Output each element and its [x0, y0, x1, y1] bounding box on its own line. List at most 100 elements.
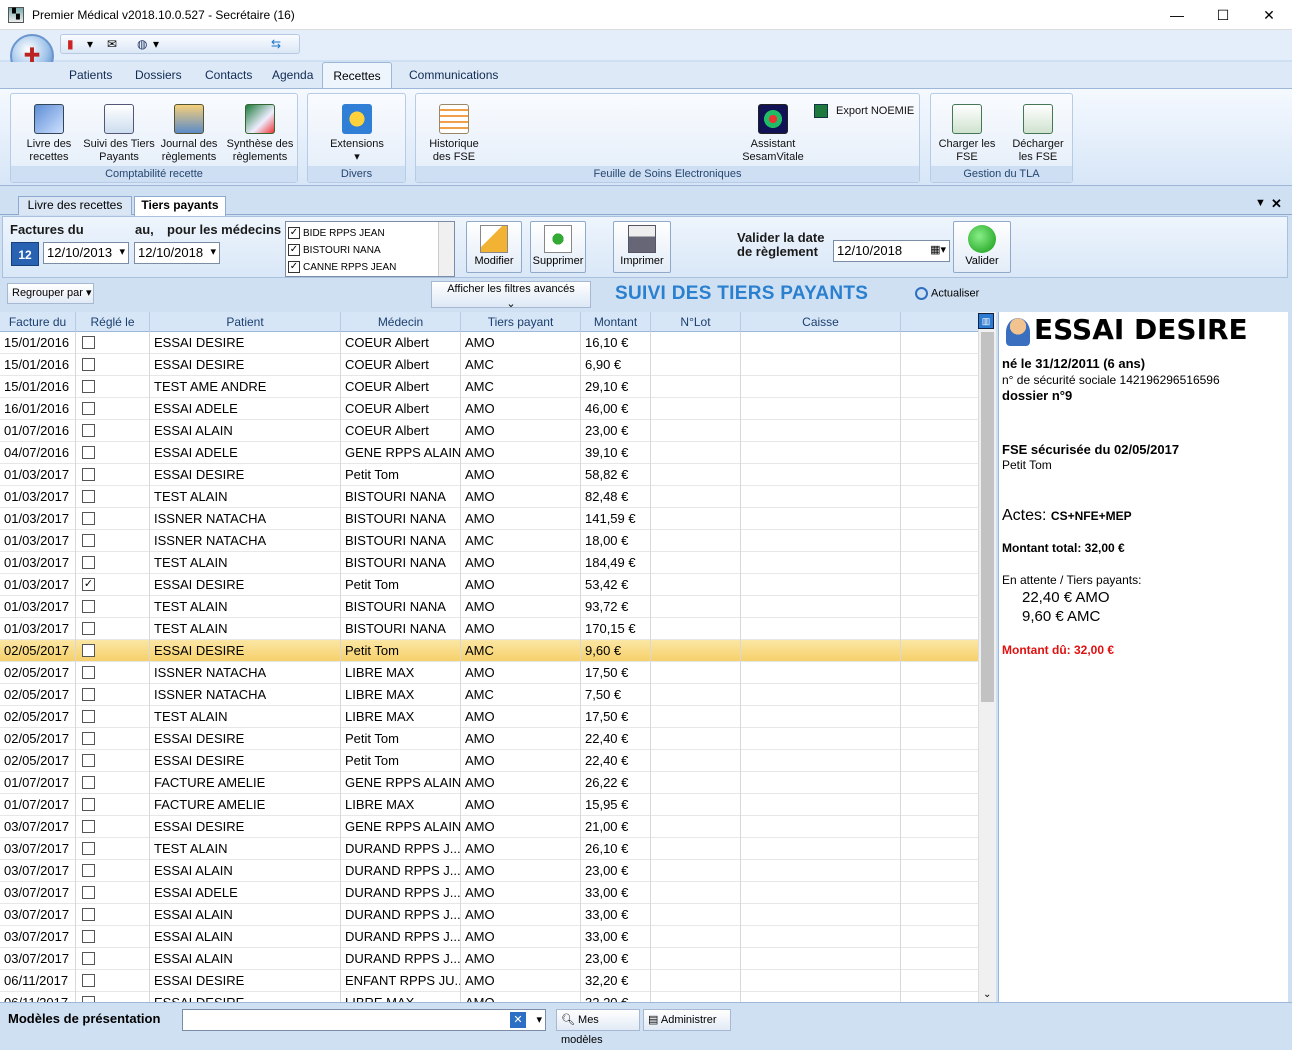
- medecin-item[interactable]: ✓ BIDE RPPS JEAN: [288, 226, 385, 242]
- table-row[interactable]: 02/05/2017 ESSAI DESIRE Petit Tom AMO 22,40 …: [0, 750, 978, 772]
- table-row[interactable]: 03/07/2017 ESSAI ADELE DURAND RPPS J... AMO…: [0, 882, 978, 904]
- pdf-icon[interactable]: ▮: [67, 37, 74, 51]
- checkbox-checked-icon[interactable]: ✓: [288, 261, 300, 274]
- col-regle-le[interactable]: Réglé le: [76, 312, 150, 332]
- col-tiers-payant[interactable]: Tiers payant: [461, 312, 581, 332]
- checkbox-icon[interactable]: [82, 732, 95, 745]
- globe-icon[interactable]: ◍: [137, 37, 147, 51]
- checkbox-icon[interactable]: [82, 776, 95, 789]
- checkbox-icon[interactable]: [82, 820, 95, 833]
- table-row[interactable]: 01/03/2017 ISSNER NATACHA BISTOURI NANA AMC…: [0, 530, 978, 552]
- table-row[interactable]: 15/01/2016 ESSAI DESIRE COEUR Albert AMO 16,…: [0, 332, 978, 354]
- maximize-button[interactable]: ☐: [1200, 0, 1246, 30]
- grid-scrollbar[interactable]: ⌄: [978, 312, 996, 1002]
- export-noemie-button[interactable]: Export NOEMIE: [814, 104, 918, 118]
- checkbox-icon[interactable]: [82, 666, 95, 679]
- decharger-fse-button[interactable]: Décharger les FSE: [1005, 104, 1071, 164]
- col-patient[interactable]: Patient: [150, 312, 341, 332]
- checkbox-icon[interactable]: [82, 908, 95, 921]
- checkbox-icon[interactable]: [82, 424, 95, 437]
- historique-fse-button[interactable]: Historique des FSE: [424, 104, 484, 164]
- date-reglement-input[interactable]: 12/10/2018 ▦▾: [833, 240, 950, 262]
- table-row[interactable]: 03/07/2017 ESSAI ALAIN DURAND RPPS J... AMO…: [0, 926, 978, 948]
- close-tab-icon[interactable]: ✕: [1271, 196, 1282, 212]
- dropdown-arrow-icon[interactable]: ▾: [87, 37, 93, 51]
- table-row[interactable]: 01/03/2017 TEST ALAIN BISTOURI NANA AMO 82,4…: [0, 486, 978, 508]
- checkbox-icon[interactable]: [82, 886, 95, 899]
- table-row[interactable]: 01/07/2016 ESSAI ALAIN COEUR Albert AMO 23,0…: [0, 420, 978, 442]
- scroll-thumb[interactable]: [981, 332, 994, 702]
- doc-tab-livre[interactable]: Livre des recettes: [18, 196, 132, 215]
- checkbox-icon[interactable]: [82, 534, 95, 547]
- chevron-down-icon[interactable]: ▾: [536, 1013, 542, 1026]
- table-row[interactable]: 04/07/2016 ESSAI ADELE GENE RPPS ALAIN AMO 3…: [0, 442, 978, 464]
- checkbox-icon[interactable]: [82, 336, 95, 349]
- table-row[interactable]: 01/03/2017 TEST ALAIN BISTOURI NANA AMO 184,…: [0, 552, 978, 574]
- table-row[interactable]: 03/07/2017 ESSAI ALAIN DURAND RPPS J... AMO…: [0, 948, 978, 970]
- col-facture-du[interactable]: Facture du: [0, 312, 76, 332]
- checkbox-icon[interactable]: [82, 512, 95, 525]
- checkbox-icon[interactable]: [82, 358, 95, 371]
- checkbox-icon[interactable]: [82, 798, 95, 811]
- table-row[interactable]: 01/03/2017 ISSNER NATACHA BISTOURI NANA AMO…: [0, 508, 978, 530]
- checkbox-icon[interactable]: [82, 974, 95, 987]
- checkbox-icon[interactable]: [82, 644, 95, 657]
- col-montant[interactable]: Montant: [581, 312, 651, 332]
- table-row[interactable]: 01/03/2017 ESSAI DESIRE Petit Tom AMO 58,82 …: [0, 464, 978, 486]
- col-caisse[interactable]: Caisse: [741, 312, 901, 332]
- table-row[interactable]: 06/11/2017 ESSAI DESIRELIBRE MAXAMO32,20 …: [0, 992, 978, 1002]
- date-from-input[interactable]: 12/10/2013 ▾: [43, 242, 129, 264]
- clear-icon[interactable]: ✕: [510, 1012, 526, 1028]
- table-row[interactable]: 03/07/2017 TEST ALAIN DURAND RPPS J... AMO 2…: [0, 838, 978, 860]
- col-nlot[interactable]: N°Lot: [651, 312, 741, 332]
- checkbox-checked-icon[interactable]: ✓: [288, 244, 300, 257]
- close-button[interactable]: ✕: [1246, 0, 1292, 30]
- livre-recettes-button[interactable]: Livre des recettes: [19, 104, 79, 164]
- checkbox-icon[interactable]: [82, 622, 95, 635]
- table-row[interactable]: 03/07/2017 ESSAI ALAIN DURAND RPPS J... AMO…: [0, 860, 978, 882]
- tab-dossiers[interactable]: Dossiers: [135, 68, 182, 82]
- checkbox-icon[interactable]: [82, 446, 95, 459]
- dropdown-arrow-icon[interactable]: ▾: [153, 37, 159, 51]
- scroll-down-icon[interactable]: ⌄: [983, 989, 991, 1000]
- checkbox-icon[interactable]: [82, 842, 95, 855]
- doc-tab-tiers-payants[interactable]: Tiers payants: [134, 196, 226, 216]
- column-chooser-icon[interactable]: ▥: [978, 313, 994, 329]
- table-row[interactable]: 02/05/2017 ESSAI DESIRE Petit Tom AMO 22,40 …: [0, 728, 978, 750]
- checkbox-icon[interactable]: [82, 600, 95, 613]
- imprimer-button[interactable]: Imprimer: [613, 221, 671, 273]
- mail-icon[interactable]: ✉: [107, 37, 117, 51]
- actualiser-button[interactable]: Actualiser: [915, 287, 979, 300]
- table-row[interactable]: 02/05/2017 ISSNER NATACHA LIBRE MAX AMO 17,5…: [0, 662, 978, 684]
- minimize-button[interactable]: —: [1154, 0, 1200, 30]
- checkbox-icon[interactable]: [82, 952, 95, 965]
- table-row[interactable]: 01/07/2017 FACTURE AMELIE LIBRE MAX AMO 15,9…: [0, 794, 978, 816]
- checkbox-icon[interactable]: [82, 864, 95, 877]
- table-row[interactable]: 03/07/2017 ESSAI ALAIN DURAND RPPS J... AMO…: [0, 904, 978, 926]
- table-row[interactable]: 15/01/2016 ESSAI DESIRE COEUR Albert AMC 6,9…: [0, 354, 978, 376]
- journal-reglements-button[interactable]: Journal des règlements: [157, 104, 221, 164]
- checkbox-icon[interactable]: [82, 380, 95, 393]
- table-row[interactable]: 01/03/2017 TEST ALAIN BISTOURI NANA AMO 170,…: [0, 618, 978, 640]
- calendar-icon[interactable]: 12: [11, 242, 39, 266]
- table-row[interactable]: 03/07/2017 ESSAI DESIRE GENE RPPS ALAIN AMO…: [0, 816, 978, 838]
- checkbox-checked-icon[interactable]: ✓: [288, 227, 300, 240]
- mes-modeles-button[interactable]: 🔍︎ Mes modèles: [556, 1009, 640, 1046]
- checkbox-checked-icon[interactable]: ✓: [82, 578, 95, 591]
- valider-button[interactable]: Valider: [953, 221, 1011, 273]
- tab-communications[interactable]: Communications: [409, 68, 498, 82]
- tab-agenda[interactable]: Agenda: [272, 68, 313, 82]
- tab-recettes[interactable]: Recettes: [322, 62, 392, 90]
- table-row[interactable]: 02/05/2017 ISSNER NATACHA LIBRE MAX AMC 7,50…: [0, 684, 978, 706]
- filtres-avances-button[interactable]: Afficher les filtres avancés ⌄: [431, 281, 591, 310]
- table-row[interactable]: 16/01/2016 ESSAI ADELE COEUR Albert AMO 46,0…: [0, 398, 978, 420]
- tab-contacts[interactable]: Contacts: [205, 68, 252, 82]
- assistant-sesamvitale-button[interactable]: Assistant SesamVitale: [732, 104, 814, 164]
- suivi-tiers-payants-button[interactable]: Suivi des Tiers Payants: [83, 104, 155, 164]
- teamviewer-icon[interactable]: ⇆: [271, 37, 281, 51]
- medecin-item[interactable]: ✓ BISTOURI NANA: [288, 243, 381, 259]
- supprimer-button[interactable]: Supprimer: [530, 221, 586, 273]
- tab-patients[interactable]: Patients: [69, 68, 112, 82]
- checkbox-icon[interactable]: [82, 930, 95, 943]
- checkbox-icon[interactable]: [82, 490, 95, 503]
